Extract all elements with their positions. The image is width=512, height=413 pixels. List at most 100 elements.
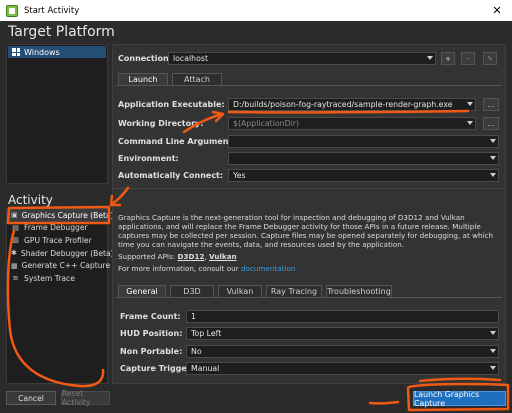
environment-row: Environment: (118, 152, 179, 165)
executable-value: D:/builds/poison-fog-raytraced/sample-re… (233, 100, 453, 109)
code-icon: ▦ (11, 261, 18, 270)
activity-item-label: GPU Trace Profiler (24, 235, 92, 245)
connection-select[interactable]: localhost (168, 52, 436, 65)
settings-tab-divider (116, 297, 502, 298)
auto-connect-label: Automatically Connect: (118, 171, 224, 180)
auto-connect-value: Yes (233, 171, 246, 180)
activity-description: Graphics Capture is the next-generation … (118, 213, 502, 277)
annotation-arrow-launch (368, 400, 400, 405)
non-portable-label: Non Portable: (120, 347, 183, 356)
window-title: Start Activity (24, 5, 80, 16)
activity-item-label: Graphics Capture (Beta) (21, 210, 114, 220)
activity-item-system-trace[interactable]: ≡ System Trace (7, 272, 107, 285)
connection-tabs: Launch Attach (118, 73, 226, 85)
chevron-down-icon (490, 331, 496, 335)
cmd-args-label: Command Line Arguments: (118, 137, 241, 146)
frame-count-value: 1 (191, 312, 196, 321)
platform-item-label: Windows (24, 47, 60, 57)
cmd-args-input[interactable] (228, 135, 499, 148)
close-icon[interactable]: ✕ (482, 0, 512, 21)
activity-item-label: Frame Debugger (24, 223, 88, 233)
activity-list: ▣ Graphics Capture (Beta) ▤ Frame Debugg… (6, 208, 114, 384)
tab-ray-tracing[interactable]: Ray Tracing (266, 285, 322, 297)
auto-connect-select[interactable]: Yes (228, 169, 499, 182)
add-connection-button[interactable]: + (441, 52, 455, 65)
remove-connection-button[interactable]: − (461, 52, 475, 65)
browse-executable-button[interactable]: ... (483, 98, 499, 111)
non-portable-row: Non Portable: (120, 345, 182, 358)
title-bar: Start Activity ✕ (0, 0, 512, 21)
working-dir-label: Working Directory: (118, 119, 204, 128)
capture-trigger-row: Capture Trigger: (120, 362, 194, 375)
tab-troubleshooting[interactable]: Troubleshooting (326, 285, 392, 297)
non-portable-select[interactable]: No (186, 345, 499, 358)
trace-icon: ≡ (12, 274, 19, 283)
settings-tabs: General D3D Vulkan Ray Tracing Troublesh… (118, 285, 396, 297)
non-portable-value: No (191, 347, 202, 356)
chevron-down-icon (490, 139, 496, 143)
working-dir-value: $(ApplicationDir) (233, 119, 299, 128)
tab-launch[interactable]: Launch (118, 73, 168, 85)
frame-icon: ▤ (12, 223, 19, 232)
executable-input[interactable]: D:/builds/poison-fog-raytraced/sample-re… (228, 98, 476, 111)
hud-position-row: HUD Position: (120, 327, 182, 340)
activity-item-graphics-capture[interactable]: ▣ Graphics Capture (Beta) (7, 209, 114, 222)
activity-item-label: Shader Debugger (Beta) (20, 248, 114, 258)
browse-working-dir-button[interactable]: ... (483, 117, 499, 130)
capture-trigger-label: Capture Trigger: (120, 364, 194, 373)
activity-item-frame-debugger[interactable]: ▤ Frame Debugger (7, 222, 107, 235)
windows-logo-icon (12, 48, 20, 56)
launch-button[interactable]: Launch Graphics Capture (413, 390, 506, 408)
cancel-button[interactable]: Cancel (6, 391, 56, 405)
edit-connection-button[interactable]: ✎ (483, 52, 497, 65)
platform-item-windows[interactable]: Windows (8, 46, 106, 58)
connection-value: localhost (173, 54, 208, 63)
hud-position-value: Top Left (191, 329, 222, 338)
chevron-down-icon (490, 156, 496, 160)
activity-item-label: Generate C++ Capture (21, 261, 111, 271)
activity-item-label: System Trace (24, 273, 75, 283)
platform-list: Windows (6, 44, 108, 184)
target-platform-heading: Target Platform (8, 24, 115, 40)
executable-row: Application Executable: (118, 98, 225, 111)
chevron-down-icon (490, 173, 496, 177)
cmd-args-row: Command Line Arguments: (118, 135, 240, 148)
app-icon (6, 4, 18, 17)
hud-position-select[interactable]: Top Left (186, 327, 499, 340)
chevron-down-icon (490, 349, 496, 353)
working-dir-row: Working Directory: (118, 117, 203, 130)
description-text: Graphics Capture is the next-generation … (118, 213, 494, 250)
capture-trigger-value: Manual (191, 364, 220, 373)
connection-label: Connection: (118, 54, 172, 63)
working-dir-input[interactable]: $(ApplicationDir) (228, 117, 476, 130)
api-vulkan-link[interactable]: Vulkan (209, 252, 237, 261)
executable-label: Application Executable: (118, 100, 225, 109)
tab-d3d[interactable]: D3D (170, 285, 214, 297)
documentation-link[interactable]: documentation (241, 264, 295, 273)
connection-row: Connection: (118, 52, 172, 65)
activity-item-generate-cpp[interactable]: ▦ Generate C++ Capture (7, 259, 110, 272)
chevron-down-icon (490, 366, 496, 370)
frame-count-input[interactable]: 1 (186, 310, 499, 323)
supported-apis: Supported APIs: D3D12, Vulkan (118, 252, 502, 261)
environment-input[interactable] (228, 152, 499, 165)
tab-attach[interactable]: Attach (172, 73, 222, 85)
tab-vulkan[interactable]: Vulkan (218, 285, 262, 297)
tab-divider (116, 85, 502, 86)
frame-count-label: Frame Count: (120, 312, 181, 321)
api-d3d12-link[interactable]: D3D12 (178, 252, 205, 261)
chevron-down-icon (467, 121, 473, 125)
capture-trigger-select[interactable]: Manual (186, 362, 499, 375)
auto-connect-row: Automatically Connect: (118, 169, 223, 182)
section-divider (112, 188, 506, 189)
more-info: For more information, consult our docume… (118, 264, 502, 273)
activity-item-gpu-trace[interactable]: ▥ GPU Trace Profiler (7, 234, 107, 247)
camera-icon: ▣ (11, 211, 18, 220)
hud-position-label: HUD Position: (120, 329, 183, 338)
activity-heading: Activity (8, 193, 53, 207)
chevron-down-icon (427, 56, 433, 60)
reset-activity-button[interactable]: Reset Activity (61, 389, 110, 407)
activity-item-shader-debugger[interactable]: ✱ Shader Debugger (Beta) (7, 247, 114, 260)
tab-general[interactable]: General (118, 285, 166, 297)
chevron-down-icon (467, 102, 473, 106)
